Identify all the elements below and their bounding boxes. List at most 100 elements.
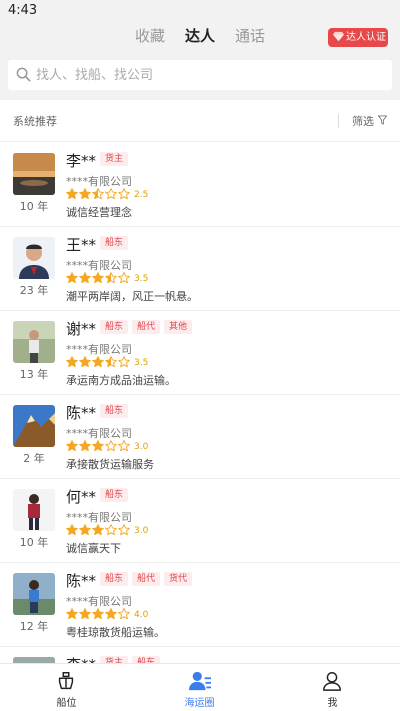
avatar[interactable]: [13, 489, 55, 531]
role-tag: 货代: [164, 572, 193, 586]
rating-stars: [66, 440, 131, 454]
role-tags: 货主 船东: [100, 656, 164, 663]
community-icon: [189, 671, 211, 691]
nav-me[interactable]: 我: [266, 664, 399, 711]
nav-shipping-circle[interactable]: 海运圈: [133, 664, 266, 711]
search-input[interactable]: [36, 64, 376, 86]
rating-stars: [66, 188, 131, 202]
avatar-image: [13, 573, 55, 615]
years-label: 10 年: [19, 536, 49, 549]
rating-score: 3.5: [134, 358, 149, 368]
role-tags: 船东 船代 货代: [100, 572, 196, 586]
section-label: 系统推荐: [13, 115, 57, 128]
avatar[interactable]: [13, 573, 55, 615]
rating-stars: [66, 272, 131, 286]
bottom-nav: 船位 海运圈 我: [0, 663, 400, 711]
role-tag: 其他: [164, 320, 193, 334]
company-name: ****有限公司: [66, 343, 132, 356]
filter-bar: 系统推荐 筛选: [0, 100, 400, 142]
tab-calls[interactable]: 通话: [225, 22, 275, 50]
expert-card[interactable]: 李** 货主船东: [0, 647, 400, 663]
role-tags: 船东: [100, 488, 132, 502]
role-tag: 船东: [100, 236, 129, 250]
expert-card[interactable]: 2 年 陈** 船东 ****有限公司 3.0 承接散货运输服务: [0, 395, 400, 479]
nav-ship-position[interactable]: 船位: [0, 664, 133, 711]
star-icon: [66, 440, 78, 452]
tab-experts[interactable]: 达人: [175, 22, 225, 50]
avatar[interactable]: [13, 321, 55, 363]
expert-name: 谢**: [66, 320, 97, 338]
avatar[interactable]: [13, 153, 55, 195]
search-box[interactable]: [8, 60, 392, 90]
company-name: ****有限公司: [66, 259, 132, 272]
role-tags: 船东: [100, 236, 132, 250]
expert-name: 陈**: [66, 572, 97, 590]
avatar[interactable]: [13, 237, 55, 279]
years-label: 2 年: [23, 452, 45, 465]
filter-button[interactable]: 筛选: [352, 113, 374, 129]
expert-card[interactable]: 23 年 王** 船东 ****有限公司 3.5 潮平两岸阔，风正一帆悬。: [0, 227, 400, 311]
expert-card[interactable]: 12 年 陈** 船东 船代 货代 ****有限公司 4.0 粤桂琼散货船运输。: [0, 563, 400, 647]
expert-name: 李**: [66, 152, 97, 170]
role-tag: 船东: [100, 404, 129, 418]
tab-favorites[interactable]: 收藏: [125, 22, 175, 50]
ship-icon: [58, 672, 74, 690]
star-icon: [105, 356, 117, 368]
expert-motto: 承运南方成品油运输。: [66, 374, 176, 387]
expert-list: 10 年李** 货主 ****有限公司 2.5 诚信经营理念 23 年王** 船东 ****有…: [0, 143, 400, 663]
company-name: ****有限公司: [66, 175, 132, 188]
star-icon: [118, 356, 130, 368]
company-name: ****有限公司: [66, 595, 132, 608]
avatar[interactable]: [13, 405, 55, 447]
star-icon: [105, 272, 117, 284]
expert-card[interactable]: 10 年 李** 货主 ****有限公司 2.5 诚信经营理念: [0, 143, 400, 227]
status-time: 4:43: [8, 3, 38, 18]
avatar-image: [13, 321, 55, 363]
funnel-icon[interactable]: [378, 115, 387, 125]
star-icon: [79, 356, 91, 368]
badge-label: 达人认证: [346, 32, 386, 43]
role-tag: 货主: [100, 152, 129, 166]
star-icon: [105, 440, 117, 452]
star-icon: [118, 524, 130, 536]
star-icon: [105, 524, 117, 536]
expert-motto: 潮平两岸阔，风正一帆悬。: [66, 290, 198, 303]
star-icon: [79, 524, 91, 536]
years-label: 13 年: [19, 368, 49, 381]
avatar-image: [13, 237, 55, 279]
expert-certification-button[interactable]: 达人认证: [328, 28, 388, 47]
star-icon: [66, 188, 78, 200]
rating-score: 3.0: [134, 442, 149, 452]
rating-stars: [66, 524, 131, 538]
star-icon: [92, 272, 104, 284]
company-name: ****有限公司: [66, 511, 132, 524]
star-icon: [92, 188, 104, 200]
nav-label: 船位: [56, 698, 77, 709]
expert-card[interactable]: 10 年 何** 船东 ****有限公司 3.0 诚信赢天下: [0, 479, 400, 563]
avatar-image: [13, 489, 55, 531]
star-icon: [118, 272, 130, 284]
expert-card[interactable]: 13 年 谢** 船东 船代 其他 ****有限公司 3.5 承运南方成品油运输。: [0, 311, 400, 395]
role-tags: 船东: [100, 404, 132, 418]
divider: [338, 114, 339, 128]
role-tag: 货主: [100, 656, 129, 663]
years-label: 23 年: [19, 284, 49, 297]
expert-motto: 粤桂琼散货船运输。: [66, 626, 165, 639]
rating-score: 3.5: [134, 274, 149, 284]
star-icon: [92, 356, 104, 368]
search-area: [0, 52, 400, 100]
star-icon: [66, 356, 78, 368]
star-icon: [66, 608, 78, 620]
expert-name: 何**: [66, 488, 97, 506]
star-icon: [79, 440, 91, 452]
star-icon: [92, 524, 104, 536]
avatar-image: [13, 153, 55, 195]
star-icon: [118, 440, 130, 452]
star-icon: [92, 440, 104, 452]
star-icon: [66, 272, 78, 284]
role-tag: 船代: [132, 572, 161, 586]
top-nav: 收藏 达人 通话 达人认证: [0, 22, 400, 52]
expert-motto: 承接散货运输服务: [66, 458, 154, 471]
expert-motto: 诚信经营理念: [66, 206, 132, 219]
role-tag: 船东: [132, 656, 161, 663]
